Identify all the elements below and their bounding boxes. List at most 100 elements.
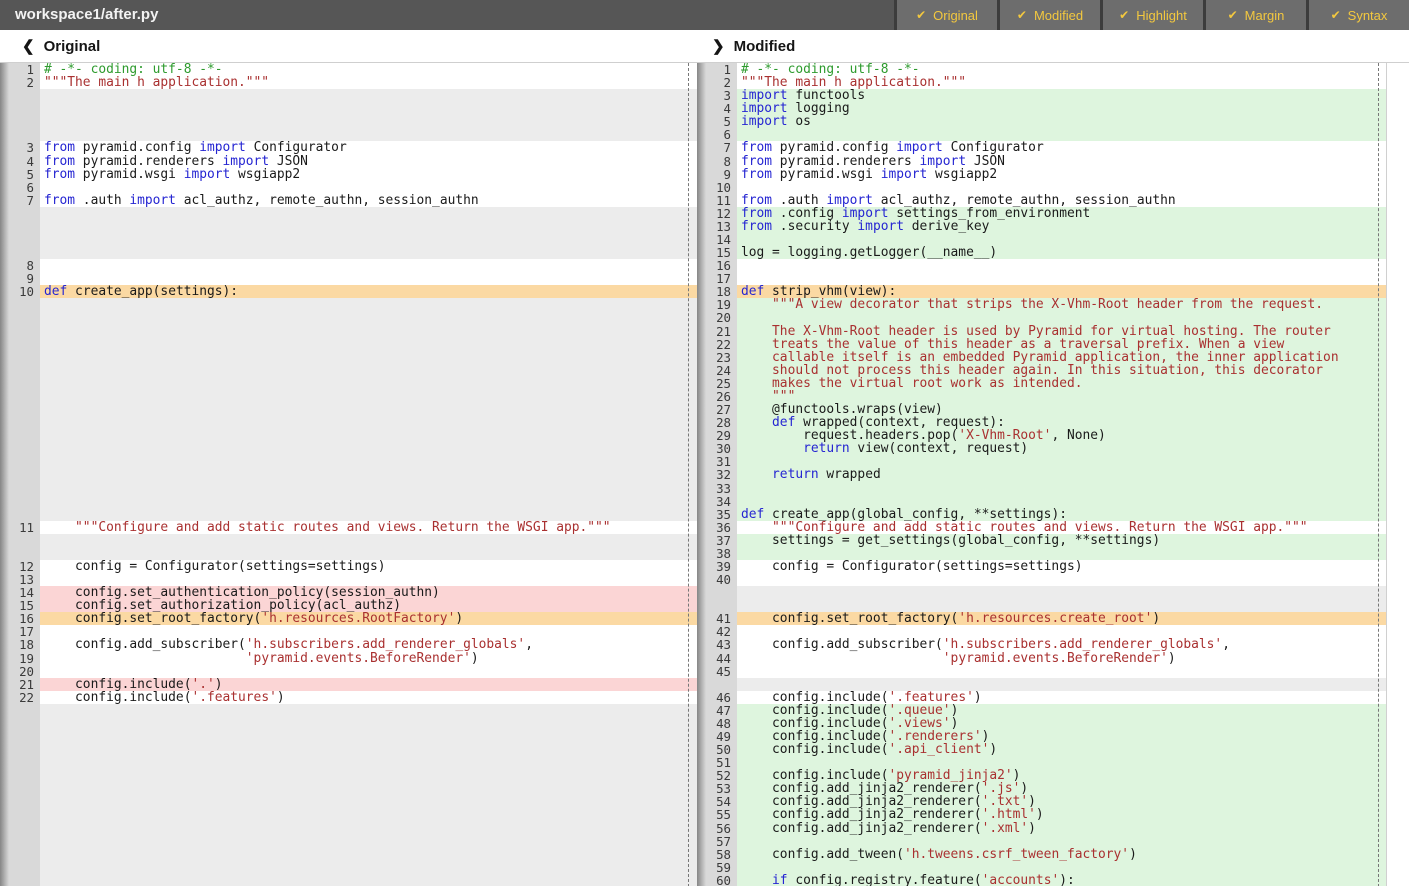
code-row: 34 [697,495,1386,508]
line-number [0,89,40,102]
code-row: 30 return view(context, request) [697,442,1386,455]
code-row: 22 config.include('.features') [0,691,697,704]
code-line [40,115,697,128]
line-number: 5 [697,115,737,128]
line-number: 7 [697,141,737,154]
code-line [737,311,1386,324]
code-row [0,429,697,442]
code-line: makes the virtual root work as intended. [737,377,1386,390]
line-number: 21 [697,325,737,338]
code-row: 17 [697,272,1386,285]
code-line [737,259,1386,272]
code-line: config.add_tween('h.tweens.csrf_tween_fa… [737,848,1386,861]
line-number: 36 [697,521,737,534]
code-line: config.add_jinja2_renderer('.js') [737,782,1386,795]
code-row: 8from pyramid.renderers import JSON [697,155,1386,168]
code-row [0,782,697,795]
code-row: 14 [697,233,1386,246]
code-row [0,861,697,874]
code-line: config.include('.api_client') [737,743,1386,756]
code-line: callable itself is an embedded Pyramid a… [737,351,1386,364]
line-number: 3 [697,89,737,102]
checkmark-icon: ✔ [916,8,926,22]
line-number [0,756,40,769]
code-line [40,482,697,495]
code-row: 16 config.set_root_factory('h.resources.… [0,612,697,625]
line-number: 47 [697,704,737,717]
code-line: treats the value of this header as a tra… [737,338,1386,351]
line-number: 8 [0,259,40,272]
line-number: 1 [697,63,737,76]
code-line [40,573,697,586]
original-pane-title: Original [44,38,101,55]
code-row [0,364,697,377]
code-line: config.add_subscriber('h.subscribers.add… [737,638,1386,651]
code-row: 36 """Configure and add static routes an… [697,521,1386,534]
code-line [40,403,697,416]
code-line: log = logging.getLogger(__name__) [737,246,1386,259]
modified-pane-header: ❯ Modified [712,30,795,62]
code-line [40,782,697,795]
line-number [0,835,40,848]
line-number: 1 [0,63,40,76]
code-line: from pyramid.config import Configurator [737,141,1386,154]
code-row: 2"""The main h application.""" [0,76,697,89]
code-row: 42 [697,625,1386,638]
code-line [40,808,697,821]
code-line: config = Configurator(settings=settings) [40,560,697,573]
code-line [40,455,697,468]
line-number [0,848,40,861]
code-row: 48 config.include('.views') [697,717,1386,730]
pane-headers: ❮ Original ❯ Modified [0,30,1409,62]
code-row: 33 [697,482,1386,495]
line-number: 19 [0,652,40,665]
code-row: 19 'pyramid.events.BeforeRender') [0,652,697,665]
code-line [40,822,697,835]
code-row [0,311,697,324]
code-line [40,743,697,756]
line-number: 59 [697,861,737,874]
code-line: from .auth import acl_authz, remote_auth… [737,194,1386,207]
code-line [40,508,697,521]
code-line [737,128,1386,141]
code-line: should not process this header again. In… [737,364,1386,377]
line-number: 12 [697,207,737,220]
code-line: import functools [737,89,1386,102]
original-pane[interactable]: 1# -*- coding: utf-8 -*-2"""The main h a… [0,63,697,886]
checkmark-icon: ✔ [1119,8,1129,22]
line-number: 55 [697,808,737,821]
code-row: 13from .security import derive_key [697,220,1386,233]
line-number: 38 [697,547,737,560]
code-line [40,442,697,455]
toggle-modified-button[interactable]: ✔Modified [1000,0,1100,30]
code-row: 6 [697,128,1386,141]
code-line: from pyramid.config import Configurator [40,141,697,154]
code-line [40,298,697,311]
line-number: 20 [0,665,40,678]
code-row: 24 should not process this header again.… [697,364,1386,377]
code-line [40,246,697,259]
code-row: 38 [697,547,1386,560]
line-number: 60 [697,874,737,886]
modified-pane[interactable]: 1# -*- coding: utf-8 -*-2"""The main h a… [697,63,1409,886]
code-row: 4import logging [697,102,1386,115]
toggle-original-button[interactable]: ✔Original [897,0,997,30]
toggle-margin-button[interactable]: ✔Margin [1206,0,1306,30]
code-row: 11from .auth import acl_authz, remote_au… [697,194,1386,207]
code-row [0,403,697,416]
diff-view: 1# -*- coding: utf-8 -*-2"""The main h a… [0,62,1409,886]
code-line [737,835,1386,848]
code-line [40,207,697,220]
code-line [40,272,697,285]
line-number: 34 [697,495,737,508]
toggle-highlight-button[interactable]: ✔Highlight [1103,0,1203,30]
line-number [0,874,40,886]
code-line [40,861,697,874]
code-line: @functools.wraps(view) [737,403,1386,416]
code-line [40,665,697,678]
code-line: config.set_authorization_policy(acl_auth… [40,599,697,612]
toggle-syntax-button[interactable]: ✔Syntax [1309,0,1409,30]
code-row [0,377,697,390]
code-line [40,704,697,717]
line-number [697,678,737,691]
